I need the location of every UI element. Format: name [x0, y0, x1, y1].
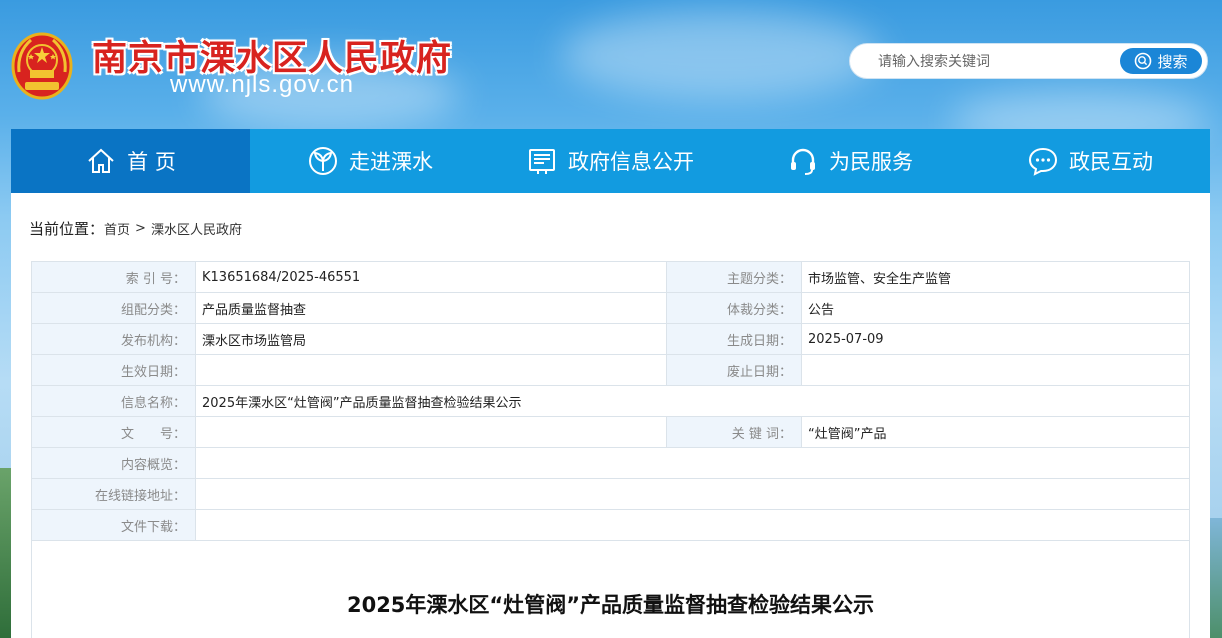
document-icon [529, 149, 555, 174]
expire-value [801, 354, 1190, 386]
site-url: www.njls.gov.cn [170, 71, 354, 98]
table-row: 文件下载： [31, 509, 1190, 541]
file-download-label: 文件下载： [31, 509, 196, 541]
publisher-label: 发布机构： [31, 323, 196, 355]
nav-item-label: 走进溧水 [349, 150, 433, 174]
file-download-value [195, 509, 1190, 541]
info-name-label: 信息名称： [31, 385, 196, 417]
created-value: 2025-07-09 [801, 323, 1190, 355]
doc-no-value [195, 416, 667, 448]
nav-item-label: 政府信息公开 [568, 150, 694, 174]
index-no-value: K13651684/2025-46551 [195, 261, 667, 293]
publisher-value: 溧水区市场监管局 [195, 323, 667, 355]
nav-item-home[interactable]: 首 页 [11, 129, 250, 193]
group-value: 产品质量监督抽查 [195, 292, 667, 324]
nav-item-label: 为民服务 [829, 150, 913, 174]
expire-label: 废止日期： [666, 354, 802, 386]
search-input[interactable] [878, 52, 1128, 72]
table-row: 发布机构： 溧水区市场监管局 生成日期： 2025-07-09 [31, 323, 1190, 355]
breadcrumb-link-home[interactable]: 首页 [104, 219, 130, 238]
main-content: 当前位置： 首页 > 溧水区人民政府 索 引 号： K13651684/2025… [11, 193, 1210, 638]
home-icon [88, 148, 114, 173]
online-link-label: 在线链接地址： [31, 478, 196, 510]
effective-label: 生效日期： [31, 354, 196, 386]
table-row: 内容概览： [31, 447, 1190, 479]
nav-item-about[interactable]: 走进溧水 [250, 129, 490, 193]
breadcrumb-link-district[interactable]: 溧水区人民政府 [151, 219, 242, 238]
leaf-icon [309, 147, 337, 175]
search-button-label: 搜索 [1157, 52, 1188, 71]
table-row: 组配分类： 产品质量监督抽查 体裁分类： 公告 [31, 292, 1190, 324]
article-body: 2025年溧水区“灶管阀”产品质量监督抽查检验结果公示 [31, 541, 1190, 638]
genre-label: 体裁分类： [666, 292, 802, 324]
index-no-label: 索 引 号： [31, 261, 196, 293]
nav-item-gov-info[interactable]: 政府信息公开 [490, 129, 730, 193]
created-label: 生成日期： [666, 323, 802, 355]
breadcrumb-separator: > [135, 221, 146, 236]
info-name-value: 2025年溧水区“灶管阀”产品质量监督抽查检验结果公示 [195, 385, 1190, 417]
table-row: 索 引 号： K13651684/2025-46551 主题分类： 市场监管、安… [31, 261, 1190, 293]
keywords-label: 关 键 词： [666, 416, 802, 448]
chat-icon [1028, 147, 1058, 176]
nav-item-label: 首 页 [127, 150, 176, 174]
nav-item-services[interactable]: 为民服务 [730, 129, 970, 193]
effective-value [195, 354, 667, 386]
topic-value: 市场监管、安全生产监管 [801, 261, 1190, 293]
keywords-value: “灶管阀”产品 [801, 416, 1190, 448]
search-button[interactable]: 搜索 [1120, 48, 1202, 74]
breadcrumb: 当前位置： 首页 > 溧水区人民政府 [29, 218, 242, 239]
table-row: 文 号： 关 键 词： “灶管阀”产品 [31, 416, 1190, 448]
breadcrumb-label: 当前位置： [29, 220, 105, 238]
genre-value: 公告 [801, 292, 1190, 324]
metadata-table: 索 引 号： K13651684/2025-46551 主题分类： 市场监管、安… [31, 261, 1190, 541]
nav-item-interaction[interactable]: 政民互动 [970, 129, 1210, 193]
table-row: 在线链接地址： [31, 478, 1190, 510]
table-row: 信息名称： 2025年溧水区“灶管阀”产品质量监督抽查检验结果公示 [31, 385, 1190, 417]
search-box: 搜索 [849, 43, 1208, 79]
topic-label: 主题分类： [666, 261, 802, 293]
search-icon [1135, 52, 1152, 70]
group-label: 组配分类： [31, 292, 196, 324]
article-title: 2025年溧水区“灶管阀”产品质量监督抽查检验结果公示 [346, 593, 875, 617]
nav-item-label: 政民互动 [1069, 150, 1153, 174]
site-header: 南京市溧水区人民政府 www.njls.gov.cn 搜索 [0, 0, 1222, 128]
summary-value [195, 447, 1190, 479]
national-emblem-icon [11, 32, 73, 100]
headset-icon [791, 148, 815, 175]
main-nav: 首 页 走进溧水 政府信息公开 为民服务 政民互动 [11, 129, 1210, 193]
table-row: 生效日期： 废止日期： [31, 354, 1190, 386]
doc-no-label: 文 号： [31, 416, 196, 448]
online-link-value [195, 478, 1190, 510]
summary-label: 内容概览： [31, 447, 196, 479]
